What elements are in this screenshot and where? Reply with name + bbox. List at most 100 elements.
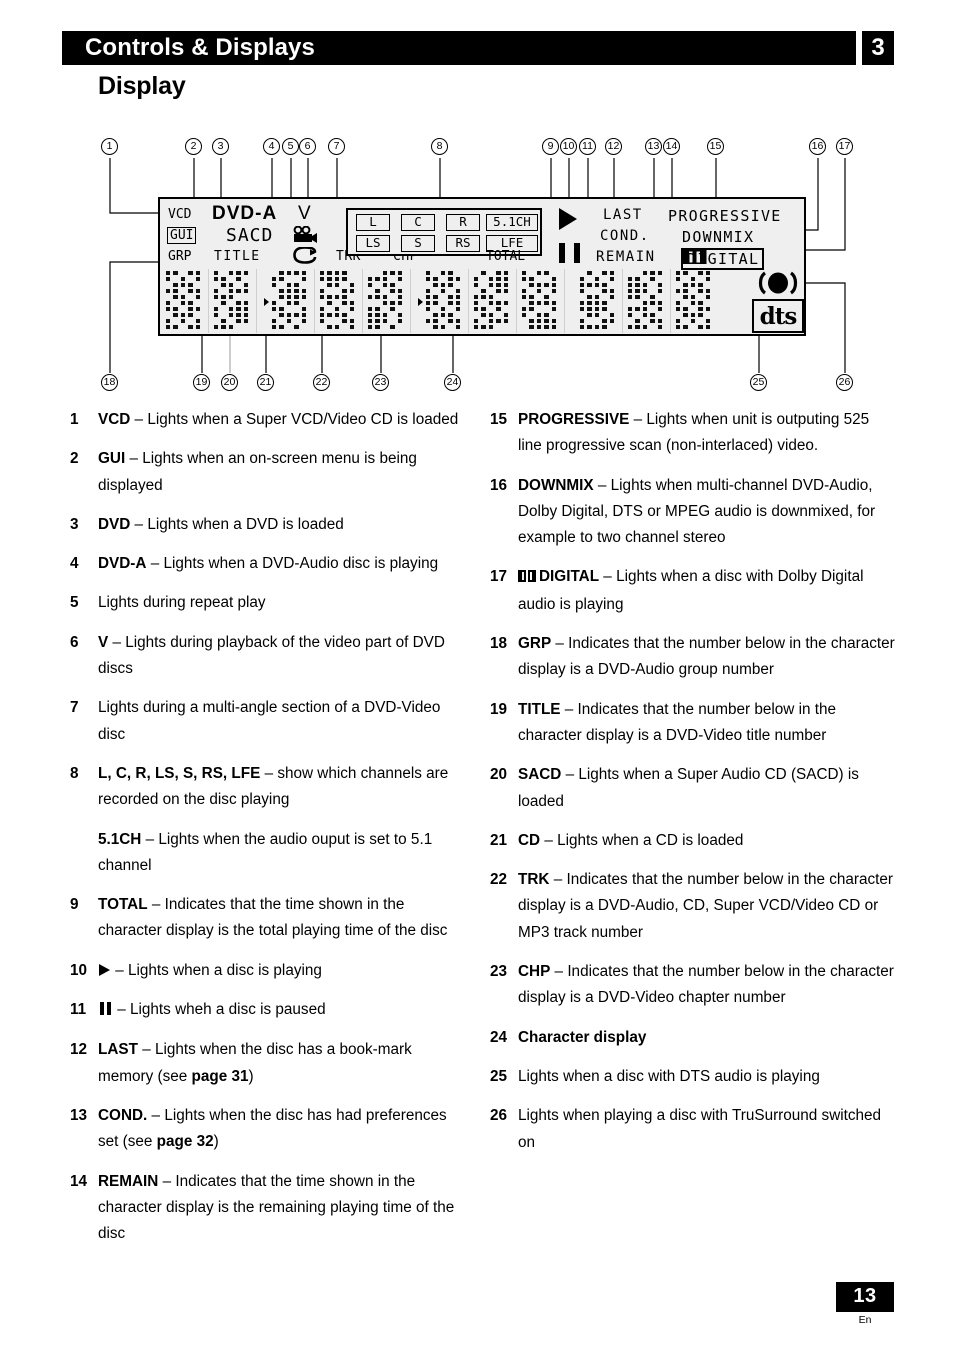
list-item-number: 23 [490,963,508,981]
list-item-body: L, C, R, LS, S, RS, LFE – show which cha… [98,764,449,809]
list-item-number: 2 [70,450,79,468]
channel-l: L [356,214,390,231]
list-item-number: 20 [490,766,508,784]
list-item: 15 PROGRESSIVE – Lights when unit is outp… [490,407,895,460]
callout-19: 19 [193,374,210,391]
channel-51ch: 5.1CH [486,214,538,231]
vfd-display-panel: VCD GUI GRP DVD-A SACD TITLE V TRK CHP L… [158,197,806,336]
callout-8: 8 [431,138,448,155]
list-item-number: 15 [490,411,508,428]
list-item-body: V – Lights during playback of the video … [98,633,445,678]
channel-c: C [401,214,435,231]
list-item-body: Character display [518,1025,895,1051]
list-item-number: 12 [70,1041,88,1059]
trusurround-icon [758,271,798,295]
language-code: En [858,1314,872,1326]
list-item-body: REMAIN – Indicates that the time shown i… [98,1172,455,1243]
list-item-body: Lights during repeat play [98,594,266,612]
list-item-term: REMAIN [98,1172,159,1190]
list-item-term: DVD [98,515,131,533]
play-triangle-icon [559,208,577,230]
pause-bars-icon [100,998,111,1024]
callout-16: 16 [809,138,826,155]
indicator-dolby-digital: DIGITAL [681,248,765,270]
list-item: 9 TOTAL – Indicates that the time shown i… [70,892,470,945]
list-item-number: 7 [70,699,79,717]
callout-13: 13 [645,138,662,155]
list-item: 24 Character display [490,1025,895,1051]
list-item-term: COND. [98,1106,148,1124]
display-separator-triangle-2 [418,298,423,306]
list-item-term: TRK [518,871,550,889]
list-item: 11 – Lights wheh a disc is paused [70,997,470,1024]
page-footer: 13 En [836,1282,894,1326]
list-item-term: TITLE [518,700,561,718]
list-item: 22 TRK – Indicates that the number below … [490,867,895,946]
list-item-body: VCD – Lights when a Super VCD/Video CD i… [98,411,459,428]
list-item-number: 1 [70,411,79,428]
list-item-number: 26 [490,1107,508,1125]
list-item: 7 Lights during a multi-angle section of … [70,695,470,748]
list-item-body: Lights when a disc with DTS audio is pla… [518,1067,820,1085]
video-camera-icon [293,226,317,243]
callout-2: 2 [185,138,202,155]
list-item-number: 19 [490,700,508,718]
indicator-last: LAST [603,207,643,223]
callout-25: 25 [750,374,767,391]
list-item-body: PROGRESSIVE – Lights when unit is output… [518,411,870,455]
indicator-sacd: SACD [226,225,274,246]
list-item-number: 17 [490,568,508,586]
list-item-number: 5 [70,594,79,612]
list-item-term: LAST [98,1041,138,1059]
indicator-cond: COND. [600,228,650,244]
list-item-body: Lights when playing a disc with TruSurro… [518,1107,882,1151]
callout-5: 5 [282,138,299,155]
callout-1: 1 [101,138,118,155]
indicator-dvd-a: DVD-A [212,203,278,224]
list-subitem-body: 5.1CH – Lights when the audio ouput is s… [98,830,433,874]
list-item: 23 CHP – Indicates that the number below … [490,959,895,1012]
channel-ls: LS [356,235,390,252]
dolby-double-d-icon [518,565,537,591]
list-item-number: 8 [70,764,79,782]
indicator-vcd: VCD [168,207,192,222]
callout-14: 14 [663,138,680,155]
list-item-body: COND. – Lights when the disc has had pre… [98,1106,447,1151]
list-item-body: GRP – Indicates that the number below in… [518,635,895,679]
list-item: 6 V – Lights during playback of the video… [70,630,470,683]
page-number: 13 [836,1282,894,1312]
list-item-number: 14 [70,1172,88,1190]
list-item: 5 Lights during repeat play [70,590,470,616]
list-item-number: 6 [70,633,79,651]
list-item-number: 21 [490,831,508,849]
callout-10: 10 [560,138,577,155]
callout-6: 6 [299,138,316,155]
callout-7: 7 [328,138,345,155]
play-triangle-icon [99,963,110,976]
list-item-body: TITLE – Indicates that the number below … [518,700,837,744]
indicator-v: V [298,203,311,224]
list-item-body: – Lights wheh a disc is paused [98,997,470,1024]
callout-26: 26 [836,374,853,391]
indicator-progressive: PROGRESSIVE [668,207,782,225]
list-item-body: GUI – Lights when an on-screen menu is b… [98,450,417,494]
repeat-loop-icon [293,247,317,264]
list-item: 10 – Lights when a disc is playing [70,958,470,984]
list-item-body: Lights during a multi-angle section of a… [98,699,441,743]
list-item-body: DIGITAL – Lights when a disc with Dolby … [518,564,895,618]
callout-20: 20 [221,374,238,391]
list-item-term: Character display [518,1028,647,1046]
callout-3: 3 [212,138,229,155]
display-diagram: 1 2 3 4 5 6 7 8 9 10 11 12 13 14 15 16 1… [0,0,954,400]
list-item-number: 3 [70,515,79,533]
list-item-body: DOWNMIX – Lights when multi-channel DVD-… [518,476,876,547]
list-item-term: GUI [98,450,126,468]
list-item-body: – Lights when a disc is playing [98,958,470,984]
indicator-remain: REMAIN [596,249,656,265]
list-subitem-term: 5.1CH [98,830,142,848]
list-item-body: LAST – Lights when the disc has a book-m… [98,1041,412,1085]
list-item-number: 10 [70,961,88,979]
list-item: 21 CD – Lights when a CD is loaded [490,828,895,854]
list-item-body: CD – Lights when a CD is loaded [518,831,744,849]
callout-18: 18 [101,374,118,391]
